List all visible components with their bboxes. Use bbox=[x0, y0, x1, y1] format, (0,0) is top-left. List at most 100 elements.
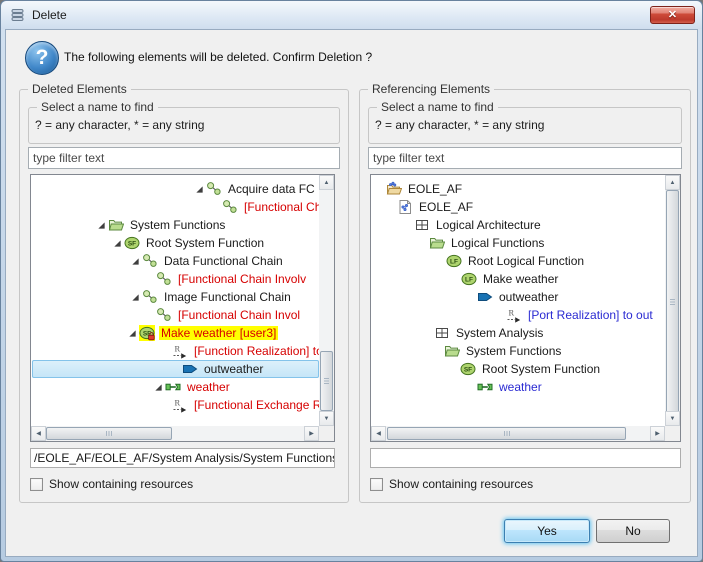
horizontal-scrollbar-thumb[interactable] bbox=[387, 427, 626, 440]
green-folder-icon bbox=[429, 235, 445, 251]
tree-item-label: Root System Function bbox=[480, 362, 602, 376]
arrow-spacer bbox=[463, 379, 477, 395]
group-label: Deleted Elements bbox=[28, 82, 131, 96]
indent-spacer bbox=[372, 225, 400, 226]
vertical-scrollbar-thumb[interactable] bbox=[320, 351, 333, 411]
functional-chain-icon bbox=[222, 199, 238, 215]
indent-spacer bbox=[32, 387, 151, 388]
tree-item[interactable]: System Functions bbox=[372, 342, 665, 360]
functional-chain-icon bbox=[206, 181, 222, 197]
tree-item[interactable]: SFRoot System Function bbox=[32, 234, 319, 252]
tree-item[interactable]: LF Make weather bbox=[372, 270, 665, 288]
deleted-elements-treewrap: Acquire data FC[Functional Chain Inv Syst… bbox=[30, 174, 335, 442]
indent-spacer bbox=[372, 369, 446, 370]
scroll-up-icon[interactable]: ▲ bbox=[665, 175, 680, 190]
horizontal-scrollbar[interactable]: ◀ ▶ bbox=[371, 426, 665, 441]
tree-item[interactable]: EOLE_AF bbox=[372, 180, 665, 198]
tree-item[interactable]: Data Functional Chain bbox=[32, 252, 319, 270]
scroll-right-icon[interactable]: ▶ bbox=[650, 426, 665, 441]
indent-spacer bbox=[32, 189, 192, 190]
tree-item[interactable]: System Functions bbox=[32, 216, 319, 234]
scroll-right-icon[interactable]: ▶ bbox=[304, 426, 319, 441]
close-icon: ✕ bbox=[668, 9, 677, 21]
tree-item[interactable]: R[Port Realization] to out bbox=[372, 306, 665, 324]
tree-item[interactable]: SFRoot System Function bbox=[372, 360, 665, 378]
tree-item-label: Make weather [user3] bbox=[159, 326, 278, 340]
svg-text:LF: LF bbox=[465, 276, 473, 283]
tree-item[interactable]: Acquire data FC bbox=[32, 180, 319, 198]
tree-item-label: Make weather bbox=[481, 272, 560, 286]
tree-item[interactable]: outweather bbox=[372, 288, 665, 306]
title-bar[interactable]: Delete ✕ bbox=[1, 1, 702, 29]
show-containing-resources-checkbox[interactable]: Show containing resources bbox=[370, 477, 533, 491]
output-port-icon bbox=[477, 289, 493, 305]
indent-spacer bbox=[32, 333, 125, 334]
tree-item[interactable]: R[Function Realization] to bbox=[32, 342, 319, 360]
vertical-scrollbar[interactable]: ▲ ▼ bbox=[319, 175, 334, 426]
expand-arrow-icon[interactable] bbox=[110, 235, 124, 251]
find-group-label: Select a name to find bbox=[377, 100, 498, 114]
expand-arrow-icon[interactable] bbox=[128, 253, 142, 269]
tree-item[interactable]: [Functional Chain Involv bbox=[32, 270, 319, 288]
horizontal-scrollbar[interactable]: ◀ ▶ bbox=[31, 426, 319, 441]
capella-project-icon bbox=[386, 181, 402, 197]
referencing-elements-tree[interactable]: EOLE_AFEOLE_AFLogical ArchitectureLogica… bbox=[372, 176, 665, 426]
close-button[interactable]: ✕ bbox=[650, 6, 695, 24]
arrow-spacer bbox=[158, 343, 172, 359]
tree-item[interactable]: [Functional Chain Inv bbox=[32, 198, 319, 216]
expand-arrow-icon[interactable] bbox=[125, 325, 139, 341]
tree-item-label: outweather bbox=[202, 362, 265, 376]
tree-item[interactable]: Logical Architecture bbox=[372, 216, 665, 234]
checkbox-label: Show containing resources bbox=[49, 477, 193, 491]
tree-item[interactable]: [Functional Chain Invol bbox=[32, 306, 319, 324]
filter-input[interactable] bbox=[368, 147, 682, 169]
expand-arrow-icon[interactable] bbox=[192, 181, 206, 197]
scroll-left-icon[interactable]: ◀ bbox=[371, 426, 386, 441]
svg-text:R: R bbox=[175, 344, 181, 354]
tree-item[interactable]: weather bbox=[32, 378, 319, 396]
scroll-left-icon[interactable]: ◀ bbox=[31, 426, 46, 441]
vertical-scrollbar[interactable]: ▲ ▼ bbox=[665, 175, 680, 426]
arrow-spacer bbox=[158, 397, 172, 413]
tree-item-label: Image Functional Chain bbox=[162, 290, 293, 304]
indent-spacer bbox=[32, 225, 94, 226]
filter-input[interactable] bbox=[28, 147, 340, 169]
scroll-up-icon[interactable]: ▲ bbox=[319, 175, 334, 190]
vertical-scrollbar-thumb[interactable] bbox=[666, 190, 679, 413]
tree-item[interactable]: Logical Functions bbox=[372, 234, 665, 252]
tree-item-label: System Functions bbox=[128, 218, 227, 232]
checkbox-box[interactable] bbox=[370, 478, 383, 491]
horizontal-scrollbar-thumb[interactable] bbox=[46, 427, 172, 440]
expand-arrow-icon[interactable] bbox=[128, 289, 142, 305]
checkbox-box[interactable] bbox=[30, 478, 43, 491]
tree-item[interactable]: SFMake weather [user3] bbox=[32, 324, 319, 342]
arrow-spacer bbox=[446, 361, 460, 377]
tree-item[interactable]: weather bbox=[372, 378, 665, 396]
tree-item-label: EOLE_AF bbox=[406, 182, 464, 196]
selected-element-path[interactable] bbox=[370, 448, 681, 468]
tree-item[interactable]: LFRoot Logical Function bbox=[372, 252, 665, 270]
indent-spacer bbox=[32, 351, 158, 352]
yes-button[interactable]: Yes bbox=[504, 519, 590, 543]
system-function-icon: SF bbox=[124, 235, 140, 251]
scroll-down-icon[interactable]: ▼ bbox=[665, 411, 680, 426]
deleted-elements-tree[interactable]: Acquire data FC[Functional Chain Inv Syst… bbox=[32, 176, 319, 426]
scrollbar-corner bbox=[665, 426, 680, 441]
tree-item-label: weather bbox=[497, 380, 544, 394]
realization-link-icon: R bbox=[506, 307, 522, 323]
expand-arrow-icon[interactable] bbox=[151, 379, 165, 395]
tree-item[interactable]: outweather bbox=[32, 360, 319, 378]
indent-spacer bbox=[32, 405, 158, 406]
show-containing-resources-checkbox[interactable]: Show containing resources bbox=[30, 477, 193, 491]
tree-item[interactable]: R[Functional Exchange Re bbox=[32, 396, 319, 414]
selected-element-path[interactable]: /EOLE_AF/EOLE_AF/System Analysis/System … bbox=[30, 448, 335, 468]
no-button[interactable]: No bbox=[596, 519, 670, 543]
expand-arrow-icon[interactable] bbox=[94, 217, 108, 233]
tree-item[interactable]: EOLE_AF bbox=[372, 198, 665, 216]
logical-function-icon: LF bbox=[461, 271, 477, 287]
tree-item[interactable]: System Analysis bbox=[372, 324, 665, 342]
scroll-down-icon[interactable]: ▼ bbox=[319, 411, 334, 426]
tree-item[interactable]: Image Functional Chain bbox=[32, 288, 319, 306]
output-port-icon bbox=[182, 361, 198, 377]
indent-spacer bbox=[32, 315, 142, 316]
